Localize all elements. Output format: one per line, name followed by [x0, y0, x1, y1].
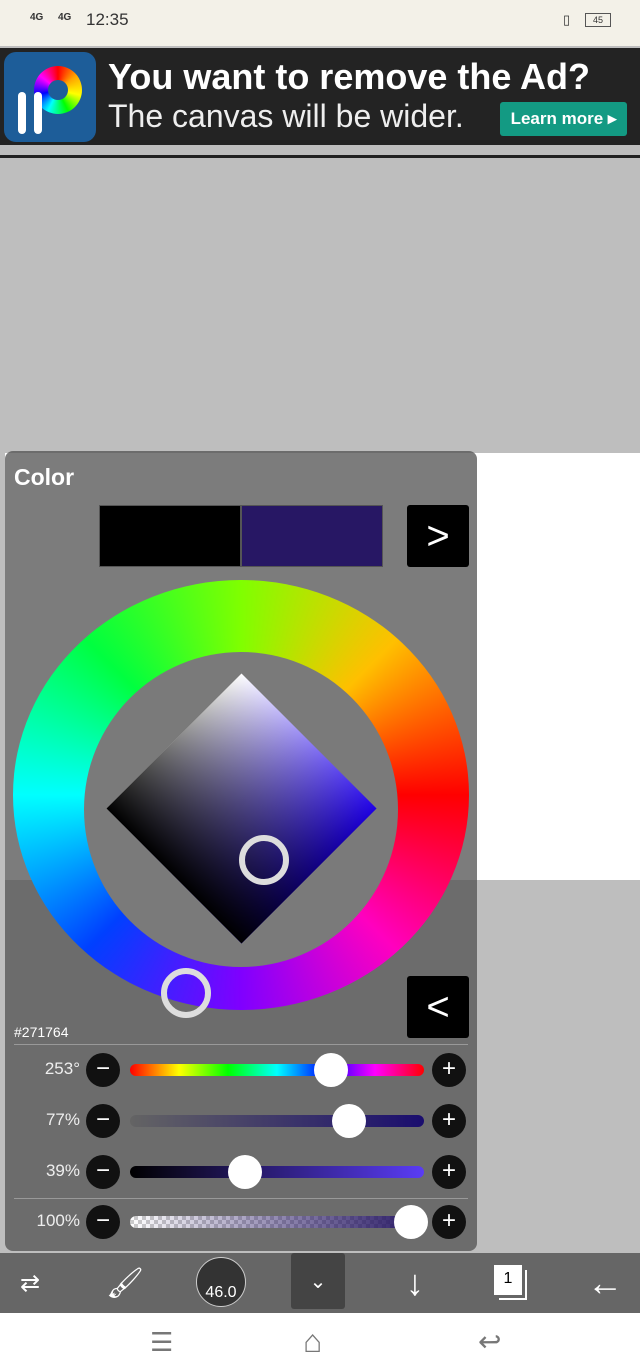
signal-icon: 4G [58, 12, 72, 23]
hue-slider-row: 253° − + [14, 1045, 468, 1095]
hue-label: 253° [44, 1059, 80, 1078]
ad-subline: The canvas will be wider. [108, 98, 464, 134]
hue-slider[interactable] [130, 1064, 424, 1076]
saturation-label: 77% [45, 1110, 80, 1129]
layers-button[interactable]: 1 [494, 1265, 522, 1295]
brightness-slider[interactable] [130, 1166, 424, 1178]
status-bar: 4G 4G 12:35 ▯ 45 [0, 0, 640, 46]
slider-knob[interactable] [314, 1053, 348, 1087]
clock: 12:35 [86, 10, 129, 29]
slider-knob[interactable] [228, 1155, 262, 1189]
system-nav-bar: ☰ ⌂ ↩ [0, 1313, 640, 1372]
panel-title: Color [14, 464, 75, 490]
vibrate-icon: ▯ [563, 12, 571, 27]
collapse-icon[interactable]: ⌄ [291, 1253, 345, 1309]
swap-brush-eraser-icon[interactable]: ⇄ [5, 1253, 55, 1313]
minus-button[interactable]: − [86, 1205, 120, 1239]
sv-handle[interactable] [239, 835, 289, 885]
brush-size-button[interactable]: 46.0 [196, 1257, 246, 1307]
home-icon[interactable]: ⌂ [303, 1323, 322, 1360]
secondary-color-swatch[interactable] [241, 505, 383, 567]
next-button[interactable]: > [407, 505, 469, 567]
primary-color-swatch[interactable] [99, 505, 241, 567]
opacity-label: 100% [36, 1211, 80, 1230]
saturation-slider[interactable] [130, 1115, 424, 1127]
hex-value: #271764 [14, 1024, 69, 1040]
minus-button[interactable]: − [86, 1104, 120, 1138]
plus-button[interactable]: + [432, 1104, 466, 1138]
slider-knob[interactable] [332, 1104, 366, 1138]
signal-icon: 4G [30, 12, 44, 23]
brightness-slider-row: 39% − + [14, 1147, 468, 1197]
prev-button[interactable]: < [407, 976, 469, 1038]
saturation-slider-row: 77% − + [14, 1096, 468, 1146]
arrow-down-icon[interactable]: ↓ [390, 1253, 440, 1313]
battery-icon: 45 [585, 13, 611, 27]
back-icon[interactable]: ↩ [478, 1325, 501, 1358]
ad-banner[interactable]: You want to remove the Ad? The canvas wi… [0, 48, 640, 145]
learn-more-button[interactable]: Learn more ▸ [500, 102, 627, 136]
hue-handle[interactable] [161, 968, 211, 1018]
plus-button[interactable]: + [432, 1205, 466, 1239]
brightness-label: 39% [45, 1161, 80, 1180]
bottom-toolbar: ⇄ 🖌 46.0 ⌄ ↓ 1 ← [0, 1253, 640, 1313]
app-logo [4, 52, 96, 142]
opacity-slider-row: 100% − + [14, 1197, 468, 1247]
opacity-slider[interactable] [130, 1216, 424, 1228]
menu-icon[interactable]: ☰ [150, 1327, 173, 1358]
plus-button[interactable]: + [432, 1155, 466, 1189]
minus-button[interactable]: − [86, 1053, 120, 1087]
plus-button[interactable]: + [432, 1053, 466, 1087]
ad-headline: You want to remove the Ad? [108, 56, 591, 97]
back-arrow-icon[interactable]: ← [580, 1253, 630, 1313]
brush-icon[interactable]: 🖌 [100, 1253, 150, 1313]
minus-button[interactable]: − [86, 1155, 120, 1189]
slider-knob[interactable] [394, 1205, 428, 1239]
